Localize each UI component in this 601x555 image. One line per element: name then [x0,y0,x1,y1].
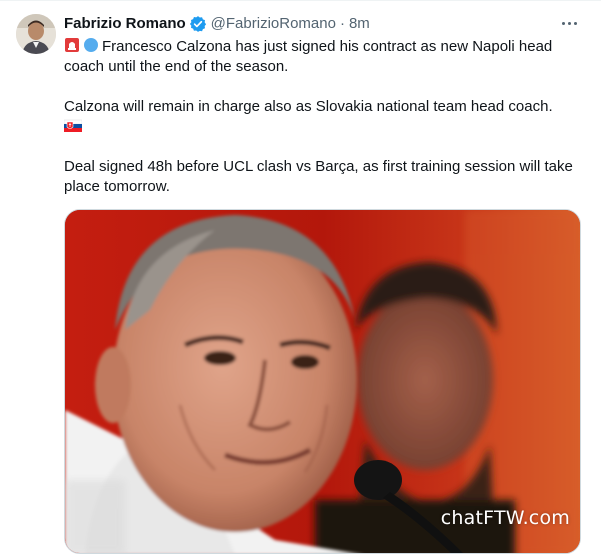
tweet-header: Fabrizio Romano @FabrizioRomano · 8m [64,14,370,34]
author-handle[interactable]: @FabrizioRomano [211,14,336,34]
blue-circle-emoji-icon [83,37,99,53]
tweet-paragraph-3: Deal signed 48h before UCL clash vs Barç… [64,157,579,197]
profile-photo-icon [16,14,56,54]
author-avatar[interactable] [16,14,56,54]
more-options-icon[interactable] [557,13,581,33]
header-separator: · [339,15,345,32]
author-display-name[interactable]: Fabrizio Romano [64,14,186,34]
tweet-paragraph-3-text: Deal signed 48h before UCL clash vs Barç… [64,158,573,195]
tweet-card[interactable]: Fabrizio Romano @FabrizioRomano · 8m Fra… [0,0,601,555]
tweet-timestamp[interactable]: 8m [349,14,370,34]
tweet-paragraph-1: Francesco Calzona has just signed his co… [64,37,579,77]
tweet-text: Francesco Calzona has just signed his co… [63,37,579,197]
alarm-light-emoji-icon [64,37,80,53]
slovakia-flag-emoji-icon [63,119,83,135]
verified-badge-icon [189,15,207,33]
tweet-paragraph-2: Calzona will remain in charge also as Sl… [63,97,579,137]
press-conference-photo-icon [65,210,580,553]
media-watermark: chatFTW.com [440,507,570,529]
tweet-media-image[interactable]: chatFTW.com [64,209,581,554]
tweet-paragraph-1-text: Francesco Calzona has just signed his co… [64,38,553,75]
tweet-paragraph-2-text: Calzona will remain in charge also as Sl… [64,98,553,115]
